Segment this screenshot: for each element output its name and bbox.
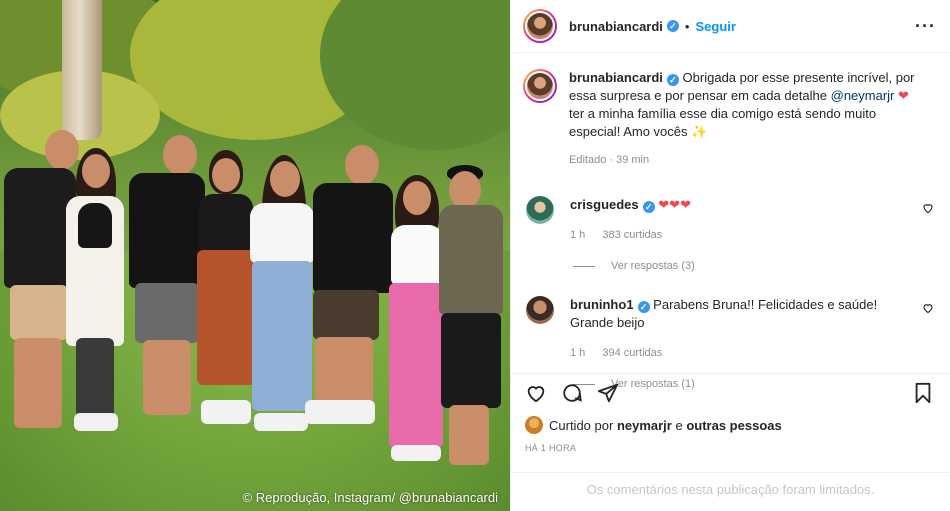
sparkle-emoji: ✨ — [691, 124, 708, 139]
other-likers-link[interactable]: outras pessoas — [686, 418, 781, 433]
caption-meta: Editado · 39 min — [569, 154, 650, 166]
comment-time: 1 h — [570, 347, 586, 359]
caption-username[interactable]: brunabiancardi — [569, 70, 663, 85]
mention-link[interactable]: @neymarjr — [831, 88, 895, 103]
post-photo[interactable]: © Reprodução, Instagram/ @brunabiancardi — [0, 0, 510, 511]
verified-icon: ✓ — [666, 20, 679, 32]
action-bar — [525, 382, 936, 406]
caption-time: 39 min — [616, 154, 650, 166]
liker-avatar[interactable] — [525, 416, 543, 434]
comment-meta: 1 h 394 curtidas — [570, 344, 900, 362]
author-username[interactable]: brunabiancardi — [569, 19, 663, 34]
comment-like-icon[interactable] — [922, 302, 934, 314]
comment-likes[interactable]: 394 curtidas — [602, 347, 662, 359]
tree-trunk — [62, 0, 102, 140]
edited-label: Editado — [569, 154, 607, 166]
comment-text: crisguedes ✓ ❤❤❤ 1 h 383 curtidas — [570, 196, 900, 244]
comment-icon[interactable] — [561, 382, 585, 406]
person-6 — [305, 145, 395, 440]
separator-dot: • — [684, 18, 690, 34]
caption-body-end: ter a minha família esse dia comigo está… — [569, 106, 877, 139]
liked-connector: e — [675, 417, 683, 433]
comment-likes[interactable]: 383 curtidas — [602, 229, 662, 241]
verified-icon: ✓ — [637, 301, 650, 313]
post-actions: Curtido por neymarjr e outras pessoas HÁ… — [511, 373, 950, 453]
share-icon[interactable] — [597, 382, 621, 406]
person-3 — [125, 135, 205, 425]
commenter-username[interactable]: bruninho1 — [570, 297, 634, 312]
comment-body: ❤❤❤ — [658, 197, 691, 212]
caption: brunabiancardi ✓ Obrigada por esse presen… — [523, 69, 934, 169]
verified-icon: ✓ — [666, 74, 679, 86]
caption-avatar[interactable] — [523, 69, 557, 103]
hedge — [320, 0, 510, 150]
post-details: brunabiancardi ✓ • Seguir ··· brunabianc… — [510, 0, 950, 511]
caption-text: brunabiancardi ✓ Obrigada por esse presen… — [569, 69, 919, 169]
liked-prefix: Curtido por — [549, 417, 614, 433]
post-timestamp[interactable]: HÁ 1 HORA — [525, 443, 936, 453]
verified-icon: ✓ — [642, 201, 655, 213]
replies-line — [573, 265, 595, 267]
comments-section: brunabiancardi ✓ Obrigada por esse presen… — [511, 60, 950, 393]
comment-text: bruninho1 ✓ Parabens Bruna!! Felicidades … — [570, 296, 900, 362]
commenter-username[interactable]: crisguedes — [570, 197, 639, 212]
heart-emoji: ❤ — [898, 88, 909, 103]
author-avatar[interactable] — [523, 9, 557, 43]
person-2 — [58, 148, 128, 433]
comment-time: 1 h — [570, 229, 586, 241]
person-8 — [435, 165, 505, 475]
comments-limited-notice: Os comentários nesta publicação foram li… — [511, 472, 950, 497]
comment-meta: 1 h 383 curtidas — [570, 226, 900, 244]
liker-username[interactable]: neymarjr — [617, 418, 672, 433]
follow-button[interactable]: Seguir — [695, 19, 735, 34]
more-icon[interactable]: ··· — [915, 16, 936, 37]
comment: crisguedes ✓ ❤❤❤ 1 h 383 curtidas Ver res… — [523, 196, 934, 272]
post-header: brunabiancardi ✓ • Seguir ··· — [511, 0, 950, 53]
comment-like-icon[interactable] — [922, 202, 934, 214]
replies-label[interactable]: Ver respostas (3) — [611, 260, 695, 272]
view-replies-button[interactable]: Ver respostas (3) — [573, 260, 934, 272]
commenter-avatar[interactable] — [526, 296, 554, 324]
heart-icon[interactable] — [525, 382, 549, 406]
photo-credit: © Reprodução, Instagram/ @brunabiancardi — [242, 490, 498, 505]
commenter-avatar[interactable] — [526, 196, 554, 224]
liked-by: Curtido por neymarjr e outras pessoas — [525, 416, 936, 434]
bookmark-icon[interactable] — [912, 382, 936, 406]
